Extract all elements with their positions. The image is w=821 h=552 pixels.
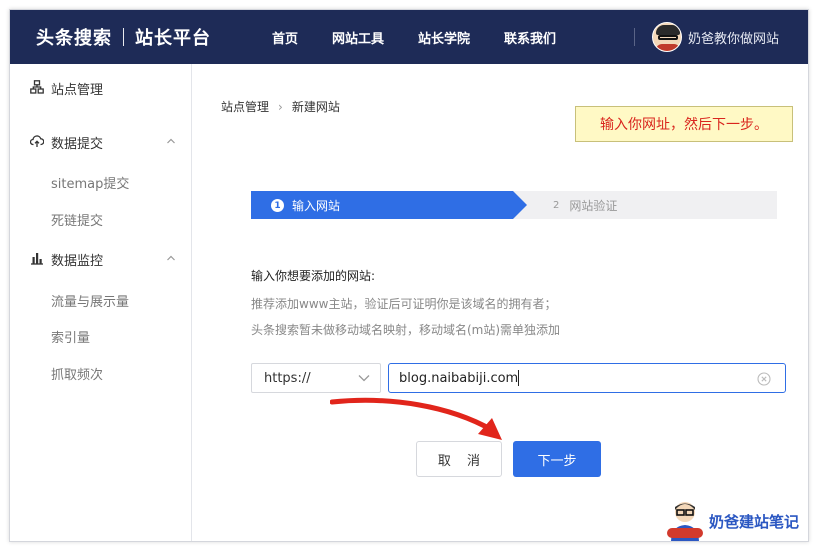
- step-2: 2 网站验证: [553, 197, 617, 214]
- chevron-up-icon[interactable]: [166, 253, 176, 263]
- step-1: 1 输入网站: [271, 197, 340, 214]
- form-hint: 推荐添加www主站，验证后可证明你是该域名的拥有者；: [251, 297, 557, 311]
- brand-name: 头条搜索: [36, 28, 112, 49]
- clear-icon[interactable]: [757, 372, 771, 386]
- nav-contact[interactable]: 联系我们: [504, 28, 556, 47]
- watermark: 奶爸建站笔记: [665, 498, 800, 541]
- user-menu[interactable]: 奶爸教你做网站: [652, 22, 779, 52]
- sidebar-item-data-submit[interactable]: 数据提交: [10, 126, 192, 158]
- sidebar-item-index[interactable]: 索引量: [51, 327, 90, 346]
- user-name: 奶爸教你做网站: [688, 31, 780, 47]
- top-header: 头条搜索 站长平台 首页 网站工具 站长学院 联系我们 奶爸教你做网站: [10, 10, 808, 64]
- annotation-arrow: [330, 397, 502, 440]
- form-title: 输入你想要添加的网站:: [251, 269, 376, 283]
- platform-name: 站长平台: [135, 28, 211, 49]
- chevron-up-icon[interactable]: [166, 136, 176, 146]
- protocol-select[interactable]: https://: [251, 363, 381, 393]
- chevron-down-icon: [358, 375, 370, 382]
- header-divider: [634, 28, 635, 46]
- avatar: [652, 22, 682, 52]
- breadcrumb: 站点管理 › 新建网站: [221, 98, 340, 115]
- step-number: 2: [553, 200, 560, 211]
- sidebar-item-site-manage[interactable]: 站点管理: [10, 72, 192, 104]
- sidebar-item-traffic[interactable]: 流量与展示量: [51, 291, 129, 310]
- next-button[interactable]: 下一步: [513, 441, 601, 477]
- watermark-text: 奶爸建站笔记: [709, 512, 800, 531]
- step-label: 网站验证: [569, 199, 618, 213]
- text-cursor: [518, 370, 520, 386]
- cancel-button[interactable]: 取 消: [416, 441, 502, 477]
- sidebar-item-data-monitor[interactable]: 数据监控: [10, 243, 192, 275]
- nav-home[interactable]: 首页: [272, 28, 298, 47]
- form-hint: 头条搜索暂未做移动域名映射，移动域名(m站)需单独添加: [251, 323, 561, 337]
- sidebar: 站点管理 数据提交 sitemap提交 死链提交 数据监控 流量与展示量 索引量…: [10, 64, 192, 541]
- main-nav: 首页 网站工具 站长学院 联系我们: [272, 10, 590, 64]
- app-window: 头条搜索 站长平台 首页 网站工具 站长学院 联系我们 奶爸教你做网站 站点管理…: [9, 9, 809, 542]
- url-input-box[interactable]: blog.naibabiji.com: [388, 363, 786, 393]
- step-number-icon: 1: [271, 199, 284, 212]
- sidebar-item-label: 数据提交: [51, 136, 104, 152]
- annotation-note: 输入你网址，然后下一步。: [575, 106, 793, 142]
- step-label: 输入网站: [292, 199, 341, 213]
- nav-academy[interactable]: 站长学院: [418, 28, 470, 47]
- brand-divider: [123, 28, 124, 46]
- sidebar-item-crawl[interactable]: 抓取频次: [51, 364, 103, 383]
- url-input[interactable]: blog.naibabiji.com: [399, 371, 518, 386]
- chevron-right-icon: ›: [278, 99, 283, 114]
- breadcrumb-current: 新建网站: [291, 100, 340, 114]
- sidebar-item-label: 站点管理: [51, 82, 104, 98]
- mascot-icon: [667, 502, 703, 541]
- sidebar-item-deadlink[interactable]: 死链提交: [51, 210, 103, 229]
- step-indicator: 1 输入网站 2 网站验证: [251, 191, 777, 219]
- sitemap-icon: [30, 80, 44, 94]
- bar-chart-icon: [31, 253, 43, 265]
- sidebar-item-sitemap[interactable]: sitemap提交: [51, 173, 129, 192]
- protocol-value: https://: [264, 370, 311, 386]
- brand-logo[interactable]: 头条搜索 站长平台: [36, 24, 211, 50]
- sidebar-item-label: 数据监控: [51, 253, 104, 269]
- breadcrumb-root[interactable]: 站点管理: [221, 98, 269, 115]
- nav-site-tools[interactable]: 网站工具: [332, 28, 384, 47]
- cloud-upload-icon: [30, 135, 44, 147]
